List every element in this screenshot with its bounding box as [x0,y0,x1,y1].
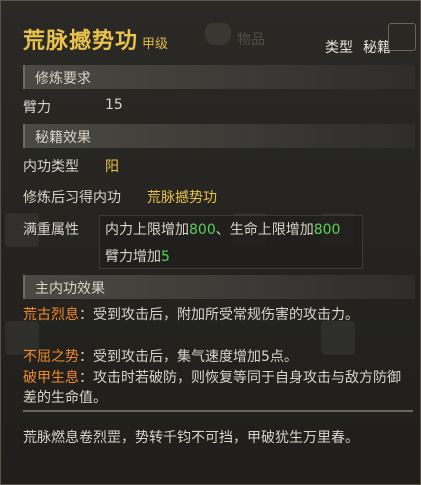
attr-label: 臂力增加 [105,249,161,265]
effect-description: ：攻击时若破防，则恢复等同于自身攻击与敌方防御差的生命值。 [23,370,401,406]
main-effect-3: 破甲生息：攻击时若破防，则恢复等同于自身攻击与敌方防御差的生命值。 [23,368,403,408]
tooltip-header: 荒脉撼势功 甲级 类型 秘籍 [1,1,420,61]
lore-text: 荒脉燃息卷烈罡，势转千钧不可挡，甲破犹生万里春。 [23,430,359,446]
type-label: 类型 [325,40,353,56]
attr-value: 800 [313,222,341,238]
requirement-stat-value: 15 [105,97,123,113]
learn-label: 修炼后习得内功 [23,190,121,206]
section-title: 主内功效果 [35,281,105,297]
effect-name: 荒古烈息 [23,307,79,323]
section-main-effects: 主内功效果 [23,275,415,299]
neigong-type-value: 阳 [105,159,119,175]
full-attribute-line-1: 内力上限增加800、生命上限增加800 [105,219,340,239]
effect-description: ：受到攻击后，附加所受常规伤害的攻击力。 [79,307,359,323]
section-requirements: 修炼要求 [23,65,415,89]
section-title: 秘籍效果 [35,130,91,146]
full-attribute-line-2: 臂力增加5 [105,246,170,266]
section-title: 修炼要求 [35,71,91,87]
effect-description: ：受到攻击后，集气速度增加5点。 [79,349,298,365]
divider [23,410,413,412]
attr-label: 内力上限增加 [105,222,189,238]
main-effect-2: 不屈之势：受到攻击后，集气速度增加5点。 [23,347,403,367]
attr-separator: 、 [215,222,230,238]
attr-value: 5 [161,249,170,265]
neigong-type-label: 内功类型 [23,159,79,175]
effect-name: 不屈之势 [23,349,79,365]
full-attribute-label: 满重属性 [23,222,79,238]
item-tooltip: 物品 荒脉撼势功 甲级 类型 秘籍 修炼要求 臂力 15 秘籍效果 内功类型 阳… [0,0,421,485]
frame-corner-icon [388,23,416,51]
section-effects: 秘籍效果 [23,124,415,148]
effect-name: 破甲生息 [23,370,79,386]
attr-label: 生命上限增加 [229,222,314,238]
attr-value: 800 [189,222,216,238]
type-value: 秘籍 [363,40,391,56]
learn-value: 荒脉撼势功 [147,190,217,206]
item-title: 荒脉撼势功 [23,29,139,54]
requirement-stat-label: 臂力 [23,100,51,116]
item-grade: 甲级 [142,37,169,52]
main-effect-1: 荒古烈息：受到攻击后，附加所受常规伤害的攻击力。 [23,305,403,325]
